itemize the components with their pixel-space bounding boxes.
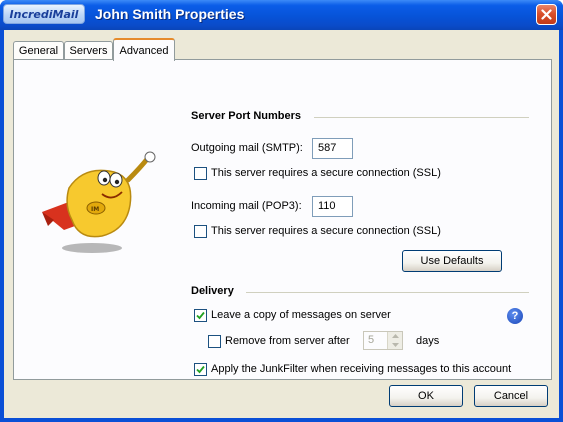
leave-copy-label: Leave a copy of messages on server: [211, 309, 391, 321]
dialog-client-area: General Servers Advanced IM Server Port …: [4, 30, 559, 418]
outgoing-ssl-label: This server requires a secure connection…: [211, 167, 441, 179]
advanced-tab-panel: IM Server Port Numbers Outgoing mail (SM…: [13, 59, 552, 380]
tab-general-label: General: [18, 45, 59, 57]
cancel-label: Cancel: [493, 390, 529, 402]
days-label: days: [416, 335, 440, 347]
cancel-button[interactable]: Cancel: [474, 385, 548, 407]
incredimail-logo: IncrediMail: [3, 4, 85, 24]
outgoing-port-label: Outgoing mail (SMTP):: [191, 142, 303, 154]
outgoing-ssl-checkbox[interactable]: [194, 167, 207, 180]
incoming-ssl-checkbox[interactable]: [194, 225, 207, 238]
tab-servers-label: Servers: [69, 45, 108, 57]
server-ports-heading: Server Port Numbers: [191, 110, 302, 122]
remove-after-label: Remove from server after: [225, 335, 350, 347]
server-ports-divider: [314, 117, 529, 118]
spinner-down-icon: [392, 343, 399, 347]
tab-advanced[interactable]: Advanced: [113, 38, 175, 61]
remove-after-days-value: 5: [368, 334, 375, 346]
checkmark-icon: [196, 365, 205, 374]
spinner-arrows[interactable]: [387, 332, 402, 349]
svg-text:IM: IM: [91, 206, 99, 213]
properties-window: IncrediMail John Smith Properties Genera…: [0, 0, 563, 422]
logo-text: IncrediMail: [9, 7, 79, 21]
tab-advanced-label: Advanced: [119, 44, 169, 57]
outgoing-port-input[interactable]: 587: [312, 138, 353, 159]
spinner-up-icon: [392, 334, 399, 338]
junkfilter-checkbox[interactable]: [194, 363, 207, 376]
remove-after-checkbox[interactable]: [208, 335, 221, 348]
incoming-port-label: Incoming mail (POP3):: [191, 200, 302, 212]
tab-servers[interactable]: Servers: [64, 41, 113, 60]
mascot-illustration: IM: [42, 151, 156, 253]
delivery-divider: [246, 292, 529, 293]
ok-label: OK: [418, 390, 434, 402]
junkfilter-label: Apply the JunkFilter when receiving mess…: [211, 363, 512, 375]
ok-button[interactable]: OK: [389, 385, 463, 407]
tab-general[interactable]: General: [13, 41, 64, 60]
help-icon[interactable]: ?: [507, 308, 523, 324]
title-bar[interactable]: IncrediMail John Smith Properties: [0, 0, 563, 30]
close-icon: [541, 9, 552, 20]
use-defaults-button[interactable]: Use Defaults: [402, 250, 502, 272]
remove-after-days-spinner[interactable]: 5: [363, 331, 403, 350]
delivery-heading: Delivery: [191, 285, 234, 297]
incoming-ssl-label: This server requires a secure connection…: [211, 225, 441, 237]
incoming-port-input[interactable]: 110: [312, 196, 353, 217]
close-button[interactable]: [536, 4, 557, 25]
checkmark-icon: [196, 311, 205, 320]
use-defaults-label: Use Defaults: [420, 255, 484, 267]
window-title: John Smith Properties: [95, 6, 245, 22]
leave-copy-checkbox[interactable]: [194, 309, 207, 322]
